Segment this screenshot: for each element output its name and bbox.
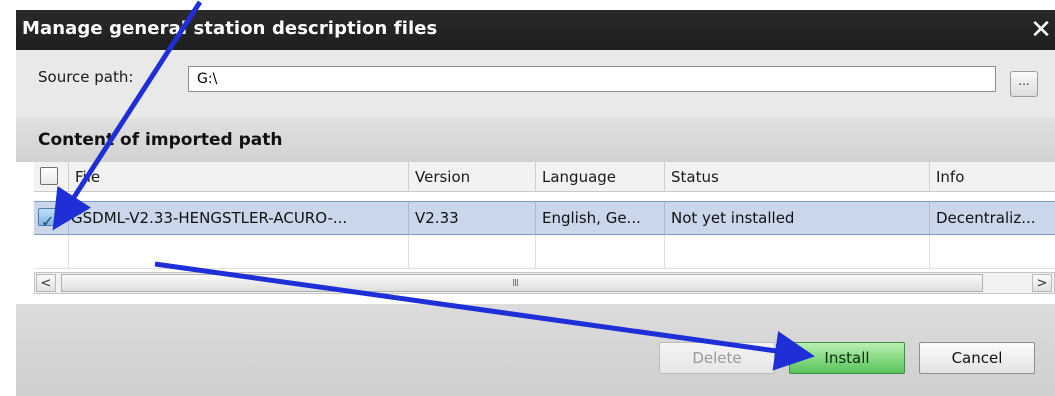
empty-cell [409, 235, 536, 269]
column-header-file[interactable]: File [69, 162, 409, 192]
source-path-input[interactable]: G:\ [188, 66, 996, 92]
dialog-title: Manage general station description files [22, 18, 438, 39]
column-header-status[interactable]: Status [665, 162, 930, 192]
cell-status: Not yet installed [665, 202, 930, 234]
column-header-language[interactable]: Language [536, 162, 665, 192]
source-path-row: Source path: G:\ ... [16, 50, 1055, 118]
empty-cell [536, 235, 665, 269]
row-checkbox[interactable] [38, 206, 56, 234]
scroll-left-icon[interactable]: < [36, 274, 56, 292]
table-row[interactable]: GSDML-V2.33-HENGSTLER-ACURO-... V2.33 En… [34, 201, 1055, 235]
empty-cell [69, 235, 409, 269]
cell-file: GSDML-V2.33-HENGSTLER-ACURO-... [69, 202, 409, 234]
section-header: Content of imported path [16, 118, 1055, 162]
close-icon[interactable]: ✕ [1027, 10, 1055, 50]
delete-button[interactable]: Delete [659, 342, 775, 374]
cell-language: English, Ge... [536, 202, 665, 234]
horizontal-scrollbar[interactable]: < III > [34, 272, 1055, 294]
source-path-label: Source path: [38, 68, 134, 86]
scroll-grip-icon: III [512, 278, 519, 289]
column-header-version[interactable]: Version [409, 162, 536, 192]
row-separator [34, 192, 1055, 201]
title-bar: Manage general station description files… [16, 10, 1055, 50]
cancel-button[interactable]: Cancel [919, 342, 1035, 374]
header-select-all-cell [34, 162, 69, 192]
table-header: File Version Language Status Info [34, 162, 1055, 192]
empty-cell [665, 235, 930, 269]
cell-info: Decentraliz... [936, 209, 1036, 227]
install-button[interactable]: Install [789, 342, 905, 374]
scroll-right-icon[interactable]: > [1032, 274, 1052, 292]
gsd-file-table: File Version Language Status Info GSDML-… [34, 162, 1055, 299]
browse-button[interactable]: ... [1010, 71, 1038, 97]
select-all-checkbox[interactable] [40, 167, 58, 185]
cell-version: V2.33 [409, 202, 536, 234]
button-bar: Delete Install Cancel [16, 304, 1055, 396]
dialog-body: Source path: G:\ ... Content of imported… [16, 50, 1055, 396]
empty-row [34, 235, 1055, 269]
section-title: Content of imported path [38, 130, 283, 150]
empty-cell [34, 235, 69, 269]
scroll-thumb[interactable]: III [61, 274, 983, 292]
manage-gsd-dialog: Manage general station description files… [0, 0, 1055, 396]
row-select-cell [34, 202, 69, 234]
column-header-info[interactable]: Info [930, 162, 1055, 192]
